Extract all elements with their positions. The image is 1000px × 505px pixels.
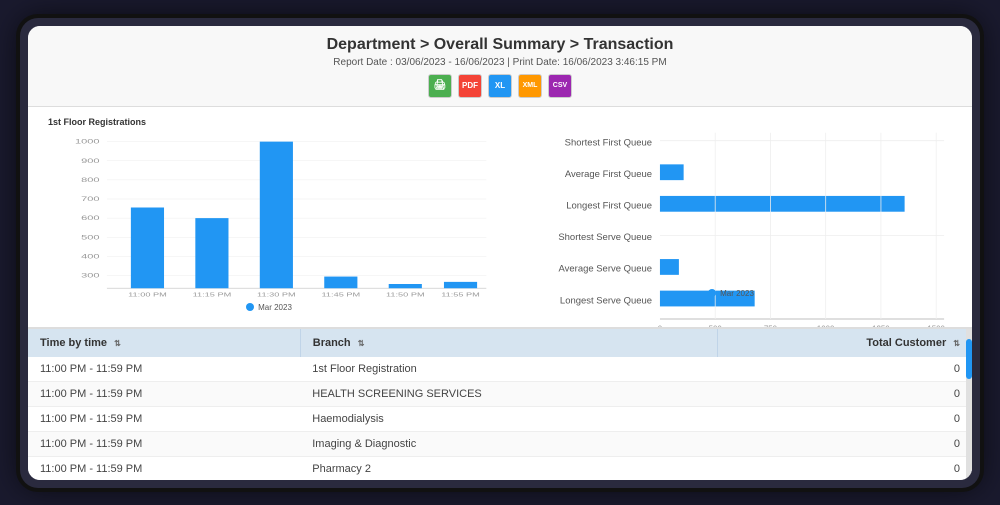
excel-button[interactable]: XL (488, 74, 512, 98)
svg-text:11:55 PM: 11:55 PM (441, 291, 480, 297)
cell-time: 11:00 PM - 11:59 PM (28, 357, 300, 382)
table-row: 11:00 PM - 11:59 PM HEALTH SCREENING SER… (28, 381, 972, 406)
cell-branch: Pharmacy 2 (300, 456, 717, 480)
scrollbar[interactable] (966, 329, 972, 480)
charts-area: 1st Floor Registrations 1000 900 800 700… (28, 107, 972, 327)
bar-chart-legend: Mar 2023 (48, 303, 490, 312)
svg-text:900: 900 (81, 157, 99, 164)
cell-time: 11:00 PM - 11:59 PM (28, 431, 300, 456)
sort-icon-total: ⇅ (953, 339, 960, 348)
hbar-chart: Shortest First Queue Average First Queue… (510, 117, 952, 287)
svg-text:Shortest Serve Queue: Shortest Serve Queue (558, 232, 652, 243)
screen: Department > Overall Summary > Transacti… (28, 26, 972, 480)
main-content: 1st Floor Registrations 1000 900 800 700… (28, 107, 972, 480)
table-row: 11:00 PM - 11:59 PM Haemodialysis 0 (28, 406, 972, 431)
cell-branch: 1st Floor Registration (300, 357, 717, 382)
svg-text:1000: 1000 (75, 138, 100, 145)
svg-text:Shortest First Queue: Shortest First Queue (565, 137, 652, 148)
svg-text:300: 300 (81, 271, 99, 278)
svg-text:11:15 PM: 11:15 PM (193, 291, 232, 297)
toolbar: 🖨 PDF XL XML CSV (28, 74, 972, 98)
hbar-chart-container: Shortest First Queue Average First Queue… (510, 117, 952, 317)
bar-chart-container: 1st Floor Registrations 1000 900 800 700… (48, 117, 490, 317)
col-total-label: Total Customer (866, 337, 946, 349)
cell-branch: HEALTH SCREENING SERVICES (300, 381, 717, 406)
cell-total: 0 (717, 456, 972, 480)
svg-text:Average Serve Queue: Average Serve Queue (559, 263, 653, 274)
scrollbar-thumb (966, 339, 972, 379)
bar-chart-svg: 1000 900 800 700 600 500 400 300 (48, 131, 490, 301)
svg-text:Longest Serve Queue: Longest Serve Queue (560, 295, 652, 306)
col-branch-label: Branch (313, 337, 351, 349)
table-header-row: Time by time ⇅ Branch ⇅ Total Customer ⇅ (28, 329, 972, 357)
svg-text:400: 400 (81, 252, 99, 259)
cell-time: 11:00 PM - 11:59 PM (28, 456, 300, 480)
pdf-button[interactable]: PDF (458, 74, 482, 98)
table-section: Time by time ⇅ Branch ⇅ Total Customer ⇅ (28, 327, 972, 480)
legend-dot (246, 303, 254, 311)
svg-text:11:45 PM: 11:45 PM (322, 291, 361, 297)
svg-text:600: 600 (81, 214, 99, 221)
table-row: 11:00 PM - 11:59 PM 1st Floor Registrati… (28, 357, 972, 382)
cell-total: 0 (717, 431, 972, 456)
svg-text:11:50 PM: 11:50 PM (386, 291, 425, 297)
device-frame: Department > Overall Summary > Transacti… (20, 18, 980, 488)
svg-text:500: 500 (81, 233, 99, 240)
col-time-label: Time by time (40, 337, 107, 349)
data-table: Time by time ⇅ Branch ⇅ Total Customer ⇅ (28, 329, 972, 480)
svg-text:11:00 PM: 11:00 PM (128, 291, 167, 297)
report-subtitle: Report Date : 03/06/2023 - 16/06/2023 | … (28, 57, 972, 68)
sort-icon-time: ⇅ (114, 339, 121, 348)
bar-chart-legend-label: Mar 2023 (258, 303, 292, 312)
table-row: 11:00 PM - 11:59 PM Imaging & Diagnostic… (28, 431, 972, 456)
svg-text:11:30 PM: 11:30 PM (257, 291, 296, 297)
bar-chart-title: 1st Floor Registrations (48, 117, 490, 127)
table-row: 11:00 PM - 11:59 PM Pharmacy 2 0 (28, 456, 972, 480)
svg-text:Average First Queue: Average First Queue (565, 168, 652, 179)
svg-text:700: 700 (81, 195, 99, 202)
cell-time: 11:00 PM - 11:59 PM (28, 406, 300, 431)
cell-branch: Haemodialysis (300, 406, 717, 431)
print-button[interactable]: 🖨 (428, 74, 452, 98)
col-total[interactable]: Total Customer ⇅ (717, 329, 972, 357)
xml-button[interactable]: XML (518, 74, 542, 98)
hbar-chart-legend-label: Mar 2023 (720, 289, 754, 298)
col-branch[interactable]: Branch ⇅ (300, 329, 717, 357)
cell-branch: Imaging & Diagnostic (300, 431, 717, 456)
page-title: Department > Overall Summary > Transacti… (28, 36, 972, 54)
csv-button[interactable]: CSV (548, 74, 572, 98)
cell-total: 0 (717, 357, 972, 382)
cell-total: 0 (717, 381, 972, 406)
svg-text:Longest First Queue: Longest First Queue (566, 200, 652, 211)
bar-chart: 1000 900 800 700 600 500 400 300 (48, 131, 490, 301)
col-time[interactable]: Time by time ⇅ (28, 329, 300, 357)
svg-text:800: 800 (81, 176, 99, 183)
sort-icon-branch: ⇅ (358, 339, 365, 348)
cell-total: 0 (717, 406, 972, 431)
cell-time: 11:00 PM - 11:59 PM (28, 381, 300, 406)
header: Department > Overall Summary > Transacti… (28, 26, 972, 107)
